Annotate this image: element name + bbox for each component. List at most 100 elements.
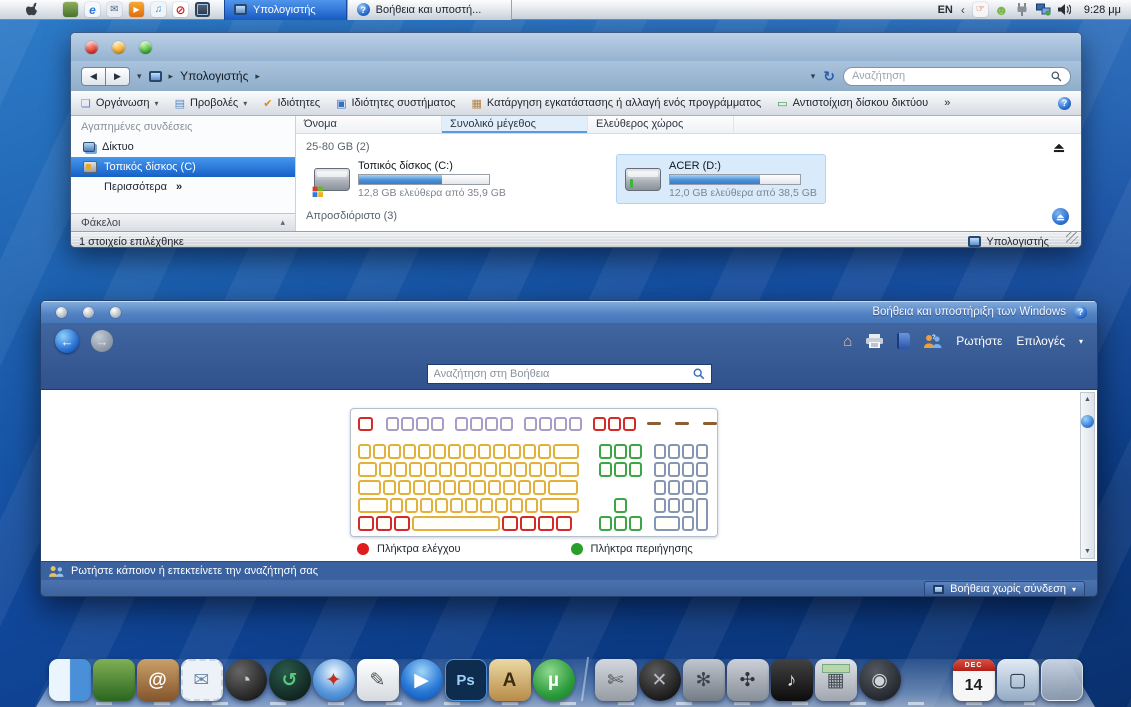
user-icon[interactable]: ☻ [994,2,1009,17]
ask-button[interactable]: Ρωτήστε [956,334,1002,348]
zoom-button[interactable] [110,307,121,318]
addressbook-dock-icon[interactable]: @ [137,659,179,701]
quicktime-dock-icon[interactable]: ▶ [401,659,443,701]
mail-dock-icon[interactable]: ✉ [181,659,223,701]
toolbar-button[interactable]: ▦Κατάργηση εγκατάστασης ή αλλαγή ενός πρ… [472,97,762,110]
minimize-button[interactable] [112,41,125,54]
toolbar-button[interactable]: » [944,97,950,109]
displays-dock-icon[interactable]: ▢ [997,659,1039,701]
keyboard-key [418,444,431,459]
internet-explorer-icon[interactable]: e [85,2,100,17]
blocked-icon[interactable]: ⊘ [173,2,188,17]
ask-people-icon[interactable]: ? [924,334,942,349]
speaker-dock-icon[interactable]: ♪ [771,659,813,701]
back-button[interactable]: ◀ [81,67,106,86]
media-player-icon[interactable]: ▶ [129,2,144,17]
orb-dock-icon[interactable]: ✕ [639,659,681,701]
sidebar-item[interactable]: Δίκτυο [71,137,295,157]
dashboard-dock-icon[interactable]: ◔ [225,659,267,701]
scrollbar[interactable]: ▲ ▼ [1080,392,1095,559]
forward-button[interactable]: → [91,330,113,352]
toolbar-button[interactable]: ▣Ιδιότητες συστήματος [336,97,455,110]
xcode-dock-icon[interactable]: A [489,659,531,701]
options-button[interactable]: Επιλογές [1016,334,1065,348]
search-icon[interactable] [693,368,705,380]
bag-dock-icon[interactable]: ✄ [595,659,637,701]
eject-icon[interactable] [1053,142,1065,153]
keyboard-key [413,480,426,495]
home-icon[interactable]: ⌂ [843,333,852,350]
utorrent-dock-icon[interactable]: µ [533,659,575,701]
sidebar-item[interactable]: Τοπικός δίσκος (C) [71,157,295,177]
drive-item[interactable]: ACER (D:)12,0 GB ελεύθερα από 38,5 GB [616,154,826,204]
minimize-button[interactable] [83,307,94,318]
help-titlebar[interactable]: Βοήθεια και υποστήριξη των Windows ? [41,301,1097,323]
resize-grip[interactable] [1066,232,1078,244]
clamp-dock-icon[interactable]: ✣ [727,659,769,701]
scroll-thumb[interactable] [1081,415,1094,428]
keyboard-key [499,462,512,477]
search-icon[interactable] [1051,71,1062,82]
print-icon[interactable] [866,334,883,348]
trash-dock-icon[interactable] [1041,659,1083,701]
explorer-titlebar[interactable] [71,33,1081,61]
column-header[interactable]: Όνομα [296,116,442,133]
sidebar-item[interactable]: Περισσότερα» [71,177,295,197]
calculator-dock-icon[interactable]: ▦ [815,659,857,701]
drive-item[interactable]: Τοπικός δίσκος (C:)12,8 GB ελεύθερα από … [306,154,514,204]
clock[interactable]: 9:28 μμ [1084,4,1121,16]
book-icon[interactable] [897,333,910,349]
timemachine-dock-icon[interactable]: ↺ [269,659,311,701]
folders-icon[interactable] [63,2,78,17]
toolbar-button[interactable]: ▭Αντιστοίχιση δίσκου δικτύου [777,97,928,110]
toolbar-button[interactable]: ✔Ιδιότητες [263,97,320,110]
taskbar-button[interactable]: ?Βοήθεια και υποστή... [347,0,513,20]
toolbar-button-label: Ιδιότητες συστήματος [351,97,455,109]
help-search-input[interactable] [434,368,687,380]
refresh-icon[interactable]: ↻ [823,68,835,85]
chevron-left-icon[interactable]: ‹ [961,3,965,17]
power-dock-icon[interactable]: ◉ [859,659,901,701]
plug-icon[interactable] [1015,2,1030,17]
volume-icon[interactable] [1057,2,1072,17]
photoshop-dock-icon[interactable]: Ps [445,659,487,701]
breadcrumb-arrow-icon[interactable]: ▸ [255,71,260,82]
taskbar-button[interactable]: Υπολογιστής [224,0,347,20]
search-input[interactable] [852,70,1045,82]
photos-dock-icon[interactable] [93,659,135,701]
keyboard-key [682,516,694,531]
close-button[interactable] [56,307,67,318]
ask-bar-text[interactable]: Ρωτήστε κάποιον ή επεκτείνετε την αναζήτ… [71,565,318,577]
eject-button[interactable] [1052,208,1069,225]
network-icon[interactable] [1036,2,1051,17]
language-indicator[interactable]: EN [938,4,953,16]
breadcrumb[interactable]: Υπολογιστής [180,69,248,83]
selection-count: 1 στοιχείο επιλέχθηκε [79,236,968,248]
address-dropdown-icon[interactable]: ▾ [811,71,816,82]
history-dropdown-icon[interactable]: ▾ [137,71,142,82]
music-icon[interactable]: ♫ [151,2,166,17]
finder-dock-icon[interactable] [49,659,91,701]
toolbar-button[interactable]: ❏Οργάνωση▾ [81,97,159,110]
chevron-down-icon[interactable]: ▾ [1079,337,1083,346]
apple-menu-icon[interactable] [26,2,41,17]
back-button[interactable]: ← [55,329,79,353]
scroll-down-icon[interactable]: ▼ [1081,545,1094,558]
close-button[interactable] [85,41,98,54]
scroll-up-icon[interactable]: ▲ [1081,393,1094,406]
mail-icon[interactable]: ✉ [107,2,122,17]
help-icon[interactable]: ? [1058,97,1071,110]
safari-dock-icon[interactable]: ✦ [313,659,355,701]
accessibility-icon[interactable]: ☞ [973,2,988,17]
calendar-dock-icon[interactable]: DEC14 [953,659,995,701]
zoom-button[interactable] [139,41,152,54]
forward-button[interactable]: ▶ [105,67,130,86]
display-icon[interactable] [195,2,210,17]
toolbar-button[interactable]: ▤Προβολές▾ [175,97,248,110]
offline-help-button[interactable]: Βοήθεια χωρίς σύνδεση ▾ [924,581,1085,597]
folders-band[interactable]: Φάκελοι ▴ [71,213,295,231]
sysprefs-dock-icon[interactable]: ✻ [683,659,725,701]
column-header[interactable]: Συνολικό μέγεθος [442,116,588,133]
textedit-dock-icon[interactable]: ✎ [357,659,399,701]
column-header[interactable]: Ελεύθερος χώρος [588,116,734,133]
